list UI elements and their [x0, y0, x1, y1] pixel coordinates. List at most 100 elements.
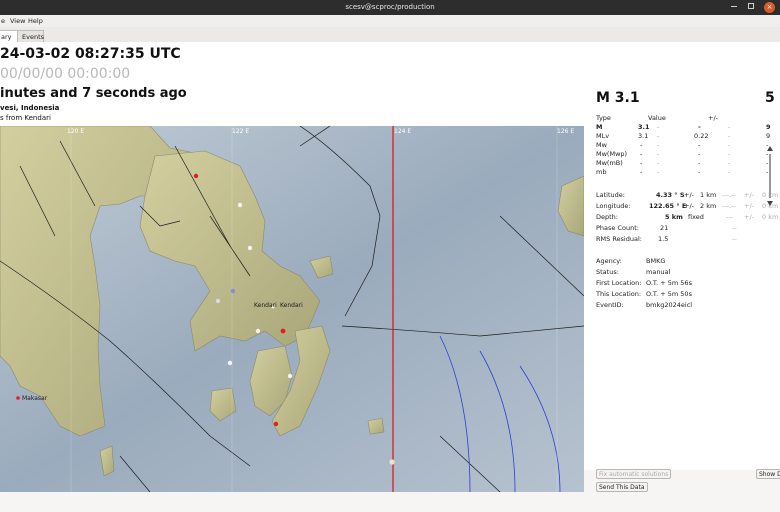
station-marker-red[interactable] [193, 173, 199, 179]
maximize-icon[interactable] [748, 3, 754, 9]
lon-label-126: 126 E [557, 128, 574, 135]
tab-events[interactable]: Events [17, 30, 44, 42]
mag-row-c2: - [728, 123, 731, 131]
event-time-ago: inutes and 7 seconds ago [0, 86, 187, 101]
mag-row-value: - [640, 159, 643, 167]
scroll-thumb[interactable] [769, 154, 771, 198]
rms-label: RMS Residual: [596, 235, 642, 243]
menu-view[interactable]: View [10, 17, 25, 25]
mag-row-count: 9 [766, 132, 771, 140]
status-label: Status: [596, 268, 619, 276]
longitude-pm2: +/- [744, 202, 754, 210]
station-marker-white[interactable] [287, 373, 293, 379]
menu-bar: e View Help [0, 15, 780, 27]
mag-row-c1: - [657, 159, 660, 167]
menu-help[interactable]: Help [28, 17, 43, 25]
phase-count-label: Phase Count: [596, 224, 639, 232]
first-location-label: First Location: [596, 279, 642, 287]
mag-row-type: MLv [596, 132, 610, 140]
station-marker-white[interactable] [247, 245, 253, 251]
mag-row-type: M [596, 123, 603, 131]
depth-pm2: +/- [744, 213, 754, 221]
status-value: manual [646, 268, 671, 276]
station-marker-grey[interactable] [215, 298, 221, 304]
magnitude-title: M 3.1 [596, 90, 640, 106]
mag-row-pm: - [698, 123, 701, 131]
fix-automatic-solutions-button[interactable]: Fix automatic solutions [596, 469, 672, 479]
event-map[interactable]: 120 E 122 E 124 E 126 E Kendari Kendari … [0, 126, 584, 492]
mag-header-pm: +/- [708, 114, 718, 122]
summary-view: 24-03-02 08:27:35 UTC 00/00/00 00:00:00 … [0, 42, 780, 492]
mag-row-value: - [640, 141, 643, 149]
mag-row-count: 9 [766, 123, 771, 131]
event-id-label: EventID: [596, 301, 624, 309]
station-marker-blue[interactable] [230, 288, 236, 294]
window-titlebar: scesv@scproc/production × [0, 0, 780, 15]
mag-row-type: mb [596, 168, 607, 176]
mag-row-c2: - [728, 150, 731, 158]
mag-row-value: 3.1 [638, 123, 650, 131]
mag-row-type: Mw(Mwp) [596, 150, 628, 158]
scroll-up-icon[interactable] [767, 146, 773, 151]
depth-error2: 0 km [762, 213, 779, 221]
agency-label: Agency: [596, 257, 622, 265]
mag-row-c1: - [657, 132, 660, 140]
minimize-icon[interactable] [731, 6, 737, 7]
latitude-error: 1 km [700, 191, 717, 199]
mag-header-value: Value [648, 114, 666, 122]
mag-row-type: Mw(mB) [596, 159, 623, 167]
scroll-down-icon[interactable] [767, 201, 773, 206]
mag-row-type: Mw [596, 141, 607, 149]
mag-row-pm: - [698, 150, 701, 158]
mag-row-c1: - [657, 123, 660, 131]
phase-count-value: 21 [660, 224, 669, 232]
latitude-secondary: ---.-- [722, 191, 736, 199]
longitude-pm: +/- [684, 202, 694, 210]
lon-label-124: 124 E [394, 128, 411, 135]
station-marker-red[interactable] [273, 421, 279, 427]
station-marker-white[interactable] [237, 202, 243, 208]
depth-status: fixed [688, 213, 704, 221]
details-panel: M 3.1 5 k Type Value +/- M 3.1 - - - 9 M… [590, 84, 780, 512]
latitude-pm2: +/- [744, 191, 754, 199]
station-marker-white[interactable] [227, 360, 233, 366]
depth-secondary: --- [726, 213, 734, 221]
mag-row-pm: 0.22 [694, 132, 709, 140]
mag-header-type: Type [596, 114, 611, 122]
longitude-error: 2 km [700, 202, 717, 210]
map-canvas[interactable]: 120 E 122 E 124 E 126 E Kendari Kendari … [0, 126, 584, 492]
mag-row-c1: - [657, 141, 660, 149]
tab-bar: ary Events [0, 27, 780, 43]
phase-count-secondary: -- [732, 224, 737, 232]
lon-label-120: 120 E [67, 128, 84, 135]
show-details-button[interactable]: Show D [756, 469, 780, 479]
mag-row-value: - [640, 150, 643, 158]
mag-row-pm: - [698, 159, 701, 167]
event-nearest-city: s from Kendari [0, 114, 51, 122]
side-scrollbar[interactable] [767, 146, 773, 206]
latitude-pm: +/- [684, 191, 694, 199]
place-label-makasar: Makasar [22, 395, 48, 402]
depth-label: Depth: [596, 213, 618, 221]
longitude-label: Longitude: [596, 202, 631, 210]
mag-row-c2: - [728, 132, 731, 140]
window-title: scesv@scproc/production [345, 3, 435, 11]
tab-summary[interactable]: ary [0, 30, 18, 42]
close-icon[interactable]: × [764, 2, 775, 13]
event-secondary-time: 00/00/00 00:00:00 [0, 66, 131, 82]
rms-secondary: -- [732, 235, 737, 243]
station-marker-white[interactable] [255, 328, 261, 334]
this-location-value: O.T. + 5m 50s [646, 290, 692, 298]
place-label-kendari-1: Kendari [254, 302, 277, 309]
event-id-value: bmkg2024eicl [646, 301, 693, 309]
mag-row-value: 3.1 [638, 132, 649, 140]
mag-row-c2: - [728, 159, 731, 167]
event-region: vesi, Indonesia [0, 104, 60, 112]
station-marker-red[interactable] [280, 328, 286, 334]
city-marker-makasar [16, 396, 20, 400]
station-marker-white[interactable] [389, 459, 395, 465]
longitude-value: 122.65 ° E [649, 202, 687, 210]
menu-file[interactable]: e [1, 17, 5, 25]
event-origin-time: 24-03-02 08:27:35 UTC [0, 46, 181, 62]
send-this-data-button[interactable]: Send This Data [596, 482, 648, 492]
